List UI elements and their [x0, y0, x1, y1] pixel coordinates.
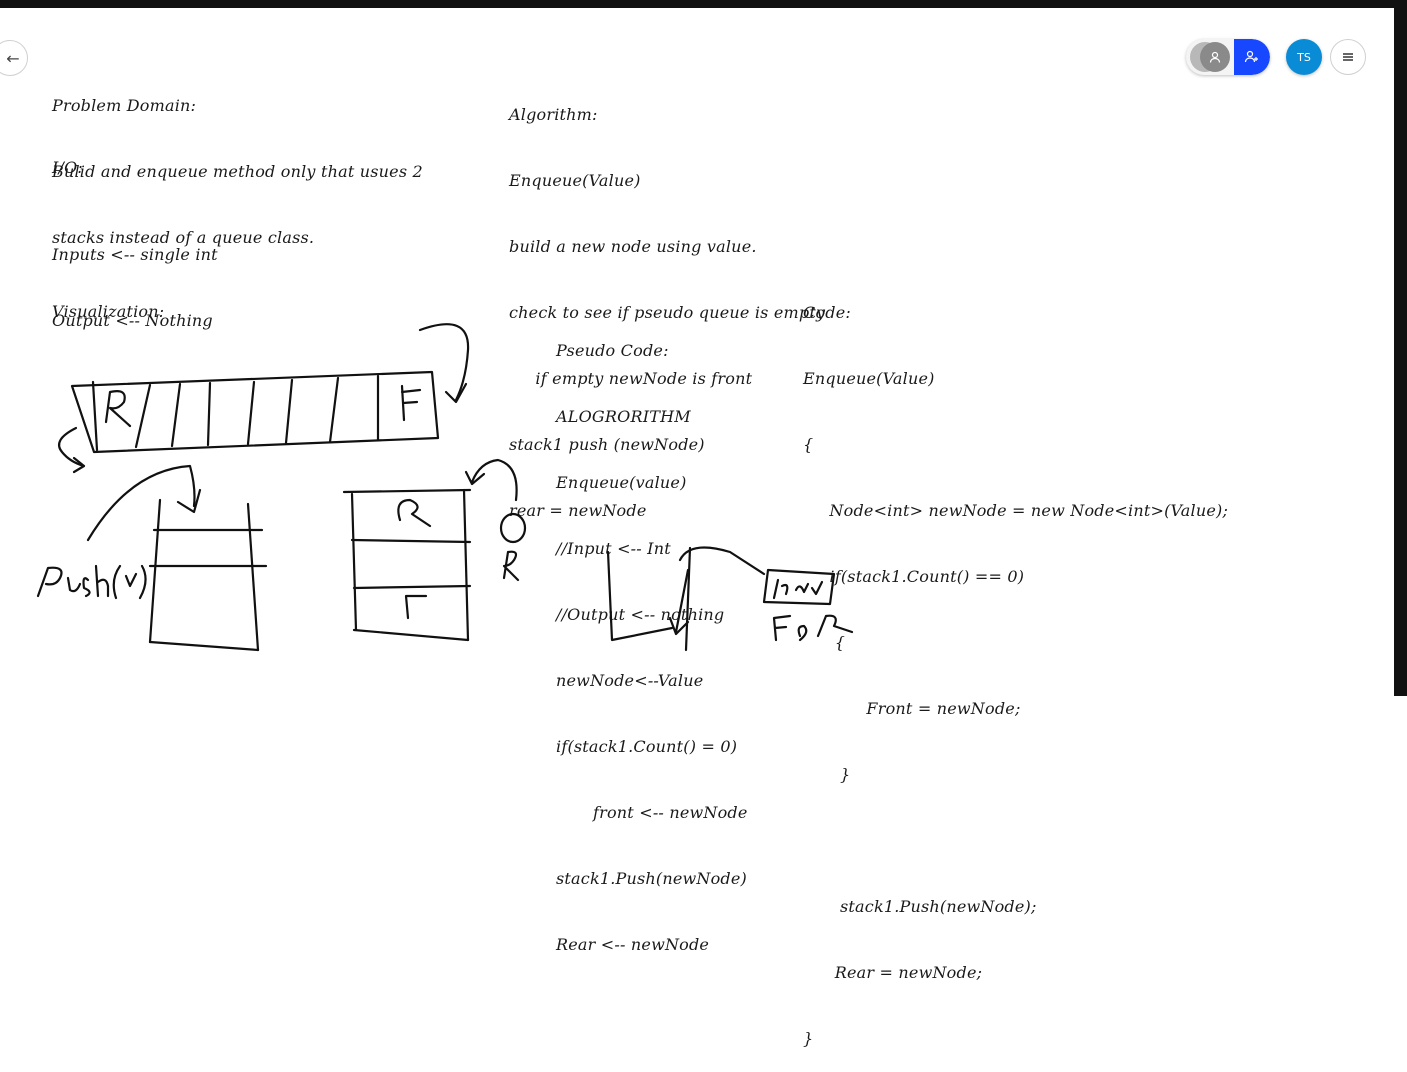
queue-divider — [206, 381, 212, 447]
left-stack-arrowhead — [176, 488, 202, 514]
right-stack-top-mark — [397, 498, 432, 528]
container-left-wall — [606, 550, 674, 642]
new-node-circle — [499, 512, 527, 544]
queue-rear-arrow — [58, 426, 86, 468]
queue-divider — [246, 380, 256, 446]
fr-mark — [797, 624, 808, 642]
code-line: } — [803, 765, 851, 784]
pseudo-code-line: stack1.Push(newNode) — [556, 869, 747, 888]
queue-divider — [170, 382, 182, 448]
code-line: } — [803, 1029, 814, 1048]
left-stack-line — [148, 640, 260, 652]
right-stack-line — [352, 628, 470, 642]
queue-divider — [91, 380, 99, 452]
queue-front-mark — [400, 384, 422, 422]
push-label — [36, 564, 147, 600]
right-stack-line — [352, 584, 472, 590]
queue-divider — [328, 376, 340, 444]
fr-mark — [772, 614, 792, 642]
visualization-sketch — [36, 323, 854, 652]
pseudo-code-line: front <-- newNode — [556, 803, 748, 822]
right-stack-right-wall — [462, 488, 470, 642]
new-node-mark — [772, 578, 824, 600]
queue-rear-mark — [104, 390, 132, 428]
pseudo-code-line: Rear <-- newNode — [556, 935, 710, 954]
queue-front-arrow — [418, 323, 470, 402]
right-stack-bottom-mark — [404, 594, 428, 620]
code-line: Rear = newNode; — [803, 963, 983, 982]
fr-mark — [816, 614, 854, 638]
queue-outline — [70, 370, 440, 454]
container-arrow — [678, 546, 766, 576]
right-stack-left-wall — [350, 492, 358, 632]
container-right-wall — [684, 546, 692, 652]
right-stack-arrow — [470, 458, 518, 502]
code-line: Front = newNode; — [803, 699, 1021, 718]
queue-divider — [284, 378, 294, 445]
side-mark — [502, 550, 520, 582]
code-line: stack1.Push(newNode); — [803, 897, 1037, 916]
left-stack-right-wall — [246, 502, 260, 652]
queue-divider — [134, 383, 152, 449]
left-stack-left-wall — [148, 498, 162, 644]
pseudo-code-line: if(stack1.Count() = 0) — [556, 737, 738, 756]
right-stack-line — [342, 488, 472, 494]
right-stack-line — [350, 538, 472, 544]
